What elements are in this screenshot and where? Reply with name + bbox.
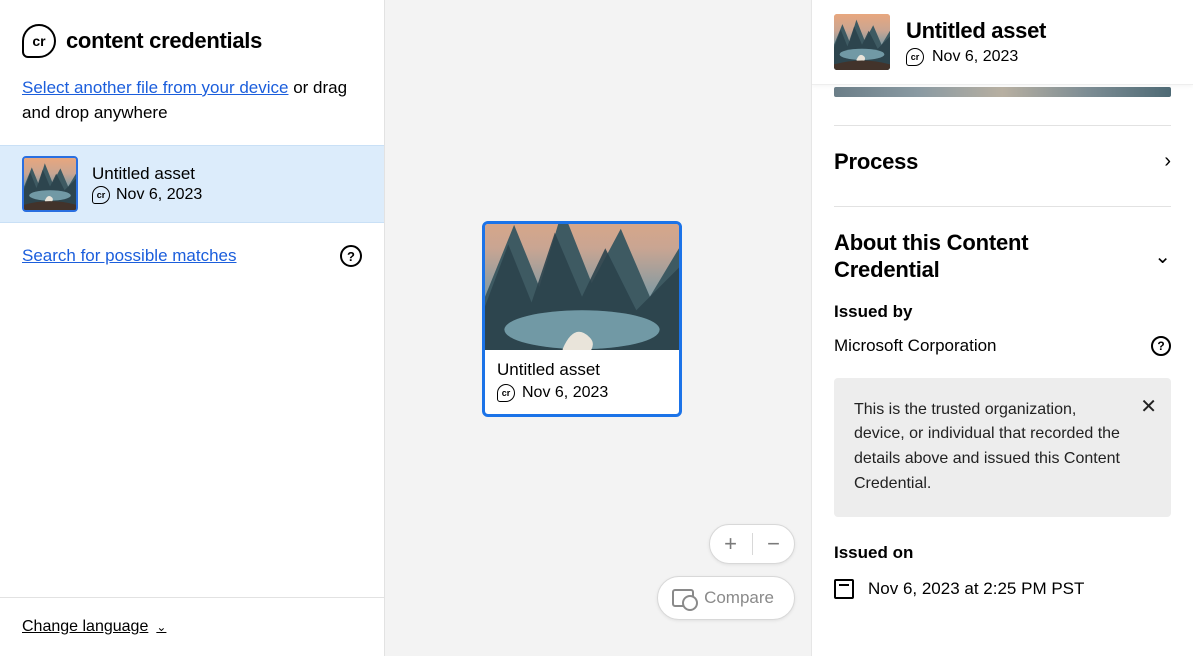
panel-header: Untitled asset cr Nov 6, 2023: [812, 0, 1193, 85]
cr-logo-icon: cr: [22, 24, 56, 58]
cr-badge-icon: cr: [92, 186, 110, 204]
asset-thumbnail: [22, 156, 78, 212]
search-matches-link[interactable]: Search for possible matches: [22, 246, 237, 266]
issued-by-label: Issued by: [834, 302, 1171, 322]
asset-card[interactable]: Untitled asset cr Nov 6, 2023: [482, 221, 682, 417]
asset-card-title: Untitled asset: [497, 360, 667, 380]
chevron-down-icon: ⌄: [156, 620, 166, 634]
zoom-in-button[interactable]: +: [716, 531, 746, 557]
panel-date: Nov 6, 2023: [932, 48, 1018, 66]
brand-text: content credentials: [66, 28, 262, 54]
close-icon[interactable]: ✕: [1140, 392, 1157, 423]
issued-on-label: Issued on: [834, 543, 1171, 563]
help-icon[interactable]: ?: [340, 245, 362, 267]
select-file-instruction: Select another file from your device or …: [0, 76, 384, 145]
left-sidebar: cr content credentials Select another fi…: [0, 0, 385, 656]
preview-strip: [834, 87, 1171, 97]
brand-row: cr content credentials: [0, 0, 384, 76]
canvas-area[interactable]: Untitled asset cr Nov 6, 2023 + − Compar…: [385, 0, 812, 656]
compare-label: Compare: [704, 588, 774, 608]
panel-title: Untitled asset: [906, 18, 1046, 44]
change-language-button[interactable]: Change language ⌄: [22, 618, 166, 636]
about-heading: About this Content Credential: [834, 229, 1094, 284]
about-section-toggle[interactable]: About this Content Credential ⌄: [834, 229, 1171, 284]
asset-date: Nov 6, 2023: [116, 186, 202, 204]
sidebar-asset-item[interactable]: Untitled asset cr Nov 6, 2023: [0, 145, 384, 223]
sidebar-footer: Change language ⌄: [0, 597, 384, 656]
asset-date-row: cr Nov 6, 2023: [92, 186, 202, 204]
issued-by-value: Microsoft Corporation: [834, 336, 997, 356]
panel-date-row: cr Nov 6, 2023: [906, 48, 1046, 66]
issuer-note: This is the trusted organization, device…: [834, 378, 1171, 517]
asset-title: Untitled asset: [92, 164, 202, 184]
cr-badge-icon: cr: [906, 48, 924, 66]
change-language-label: Change language: [22, 618, 148, 636]
help-icon[interactable]: ?: [1151, 336, 1171, 356]
details-panel: Untitled asset cr Nov 6, 2023 Process › …: [812, 0, 1193, 656]
panel-thumbnail: [834, 14, 890, 70]
calendar-icon: [834, 579, 854, 599]
process-heading: Process: [834, 148, 918, 176]
zoom-separator: [752, 533, 753, 555]
asset-card-date-row: cr Nov 6, 2023: [497, 384, 667, 402]
select-file-link[interactable]: Select another file from your device: [22, 78, 288, 97]
zoom-out-button[interactable]: −: [759, 531, 789, 557]
chevron-right-icon: ›: [1164, 150, 1171, 173]
compare-button[interactable]: Compare: [657, 576, 795, 620]
process-section-toggle[interactable]: Process ›: [834, 148, 1171, 176]
issued-on-row: Nov 6, 2023 at 2:25 PM PST: [834, 579, 1171, 599]
issuer-note-text: This is the trusted organization, device…: [854, 401, 1120, 492]
issued-on-value: Nov 6, 2023 at 2:25 PM PST: [868, 579, 1084, 599]
cr-badge-icon: cr: [497, 384, 515, 402]
compare-icon: [672, 589, 694, 607]
asset-card-image: [485, 224, 679, 350]
zoom-control: + −: [709, 524, 795, 564]
asset-card-date: Nov 6, 2023: [522, 384, 608, 402]
chevron-down-icon: ⌄: [1154, 244, 1171, 269]
